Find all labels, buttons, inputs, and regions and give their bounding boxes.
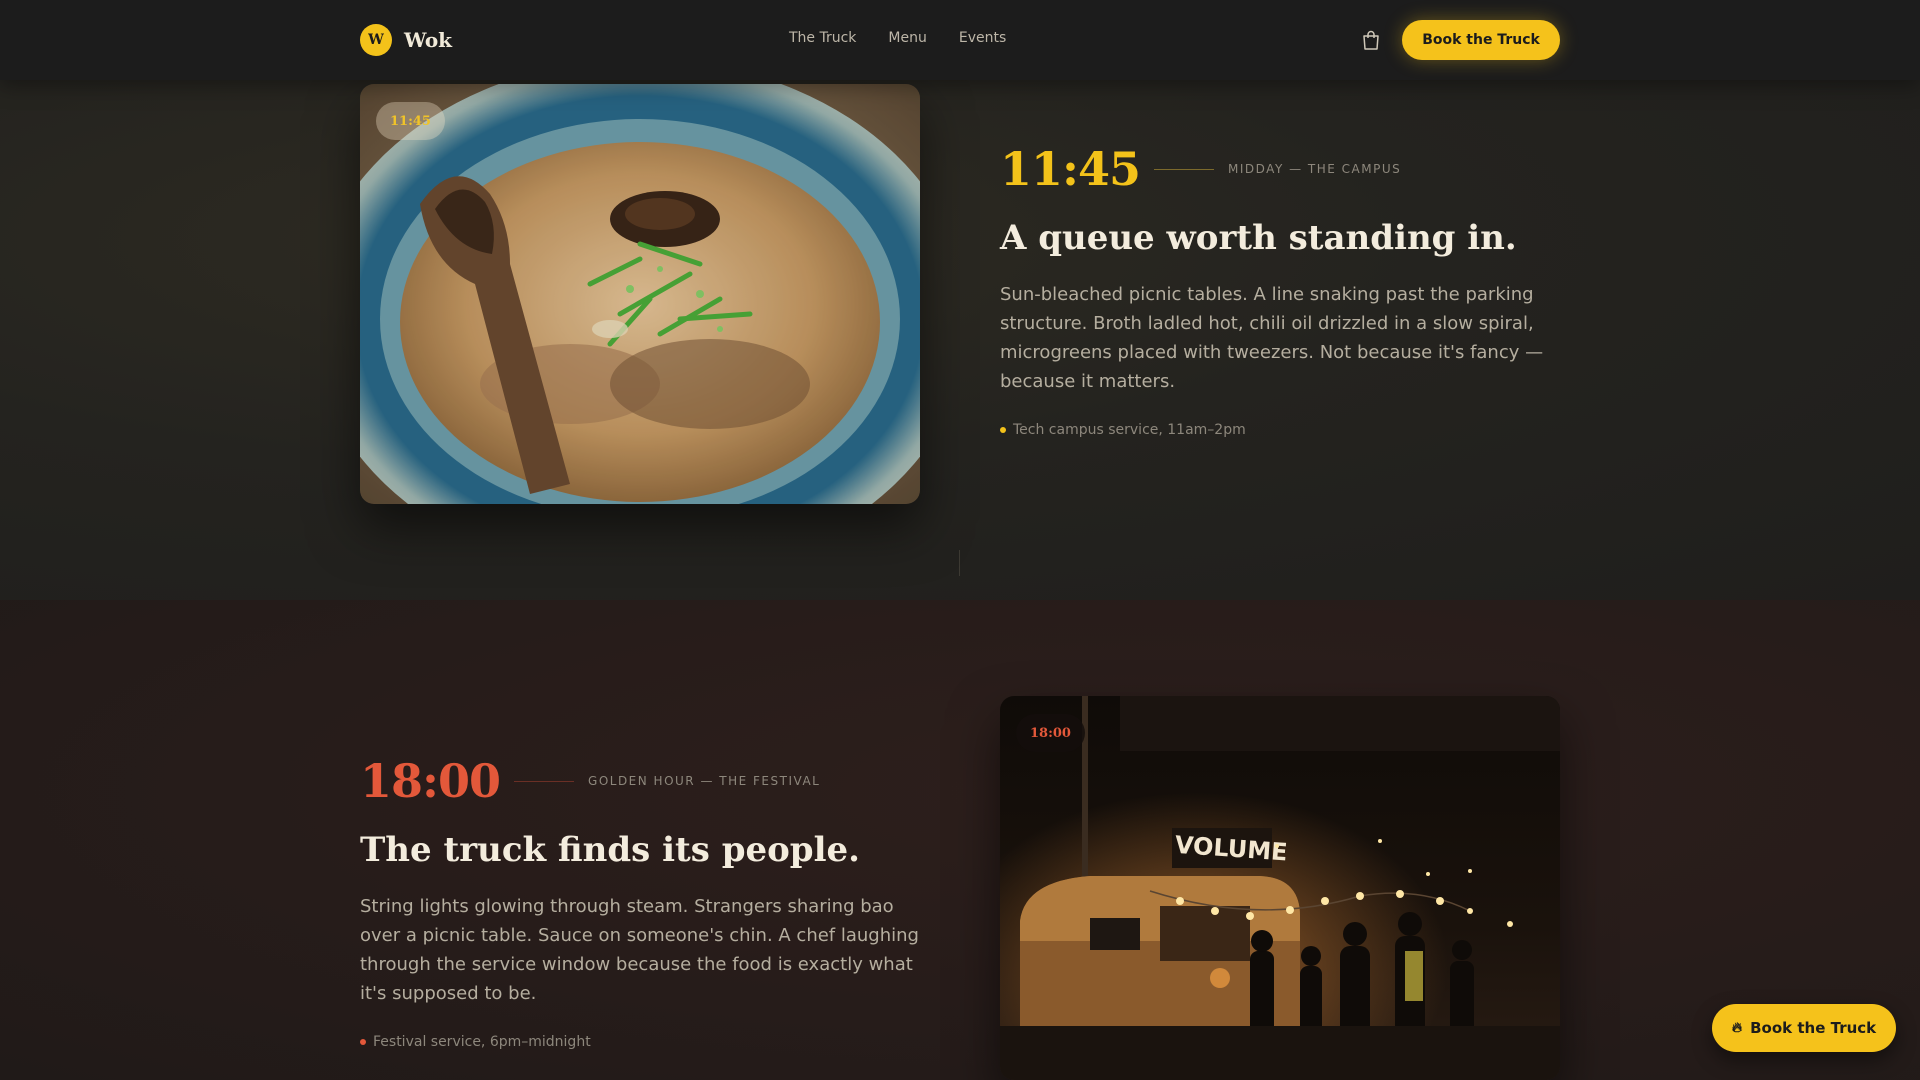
book-truck-button[interactable]: Book the Truck <box>1402 20 1560 60</box>
nav-link-events[interactable]: Events <box>959 30 1006 46</box>
ramen-bowl-photo: 11:45 <box>360 84 920 504</box>
bullet-dot-icon <box>1000 427 1006 433</box>
time-chip: 11:45 <box>376 102 445 140</box>
ramen-bowl-illustration <box>360 84 920 504</box>
midday-caption: MIDDAY — THE CAMPUS <box>1228 162 1402 176</box>
midday-meta: Tech campus service, 11am–2pm <box>1000 422 1246 438</box>
nav-link-the-truck[interactable]: The Truck <box>789 30 856 46</box>
floating-book-truck-button[interactable]: 🔥︎ Book the Truck <box>1712 1004 1896 1052</box>
flame-icon: 🔥︎ <box>1731 1020 1743 1036</box>
floating-cta-label: Book the Truck <box>1750 1019 1877 1037</box>
nav-links: The Truck Menu Events <box>789 30 1038 46</box>
section-divider <box>959 550 960 576</box>
midday-headline: A queue worth standing in. <box>1000 218 1517 258</box>
golden-meta: Festival service, 6pm–midnight <box>360 1034 591 1050</box>
time-chip: 18:00 <box>1016 714 1085 752</box>
shopping-bag-icon[interactable] <box>1362 30 1380 50</box>
midday-meta-text: Tech campus service, 11am–2pm <box>1013 422 1246 438</box>
section-golden-hour <box>0 600 1920 1080</box>
golden-meta-text: Festival service, 6pm–midnight <box>373 1034 591 1050</box>
section-midday <box>0 0 1920 600</box>
time-rule <box>514 780 575 782</box>
brand-name: Wok <box>404 28 453 52</box>
logo-mark: W <box>360 24 392 56</box>
time-rule <box>1154 168 1215 170</box>
golden-body: String lights glowing through steam. Str… <box>360 896 919 1004</box>
golden-time: 18:00 <box>360 754 501 808</box>
brand[interactable]: W Wok <box>360 24 452 56</box>
food-truck-illustration: VOLUME <box>1000 696 1560 1080</box>
golden-headline: The truck finds its people. <box>360 830 860 870</box>
nav-link-menu[interactable]: Menu <box>888 30 926 46</box>
food-truck-night-photo: VOLUME 18:00 <box>1000 696 1560 1080</box>
golden-time-row: 18:00 GOLDEN HOUR — THE FESTIVAL <box>360 754 820 808</box>
top-nav: W Wok The Truck Menu Events Book the Tru… <box>0 0 1920 80</box>
midday-time: 11:45 <box>1000 142 1141 196</box>
midday-time-row: 11:45 MIDDAY — THE CAMPUS <box>1000 142 1401 196</box>
bullet-dot-icon <box>360 1039 366 1045</box>
midday-body: Sun-bleached picnic tables. A line snaki… <box>1000 284 1544 392</box>
golden-caption: GOLDEN HOUR — THE FESTIVAL <box>588 774 821 788</box>
